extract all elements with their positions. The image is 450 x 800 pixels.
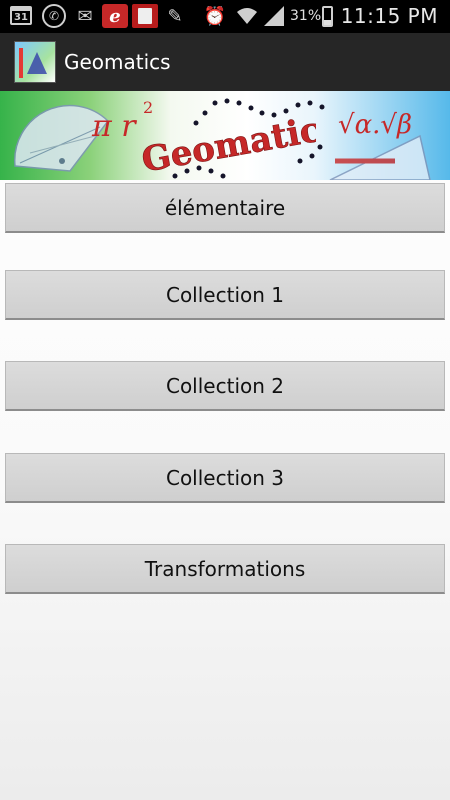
battery-percent: 31% (290, 8, 322, 24)
e-app-icon: e (102, 4, 128, 28)
collection-1-button[interactable]: Collection 1 (5, 270, 445, 320)
banner-image: π r 2 √α.√β Geomatics (0, 91, 450, 180)
elementaire-button[interactable]: élémentaire (5, 183, 445, 233)
banner-title: Geomatics (139, 111, 316, 171)
set-square-icon (329, 134, 431, 180)
geomatics-app-icon[interactable] (14, 41, 56, 83)
collection-2-button[interactable]: Collection 2 (5, 361, 445, 411)
calendar-icon: 31 (10, 6, 32, 25)
status-bar: 31 ✆ ✉ e ✎ ⏰ 31% 11:15 PM (0, 0, 450, 33)
wifi-icon (234, 5, 260, 27)
svg-text:√α.√β: √α.√β (338, 110, 412, 140)
collection-3-button[interactable]: Collection 3 (5, 453, 445, 503)
app-title: Geomatics (64, 50, 171, 74)
pencil-icon: ✎ (167, 5, 183, 27)
calendar-day: 31 (14, 11, 28, 23)
svg-text:π r: π r (91, 109, 137, 144)
whatsapp-icon: ✆ (42, 4, 66, 28)
action-bar: Geomatics (0, 33, 450, 91)
battery-icon (322, 6, 333, 27)
alarm-icon: ⏰ (203, 5, 227, 27)
clock: 11:15 PM (340, 4, 438, 28)
signal-icon (262, 5, 286, 27)
email-icon: ✉ (77, 5, 93, 27)
transformations-button[interactable]: Transformations (5, 544, 445, 594)
app-notification-icon (132, 4, 158, 28)
banner-title-art: Geomatics (138, 111, 316, 171)
